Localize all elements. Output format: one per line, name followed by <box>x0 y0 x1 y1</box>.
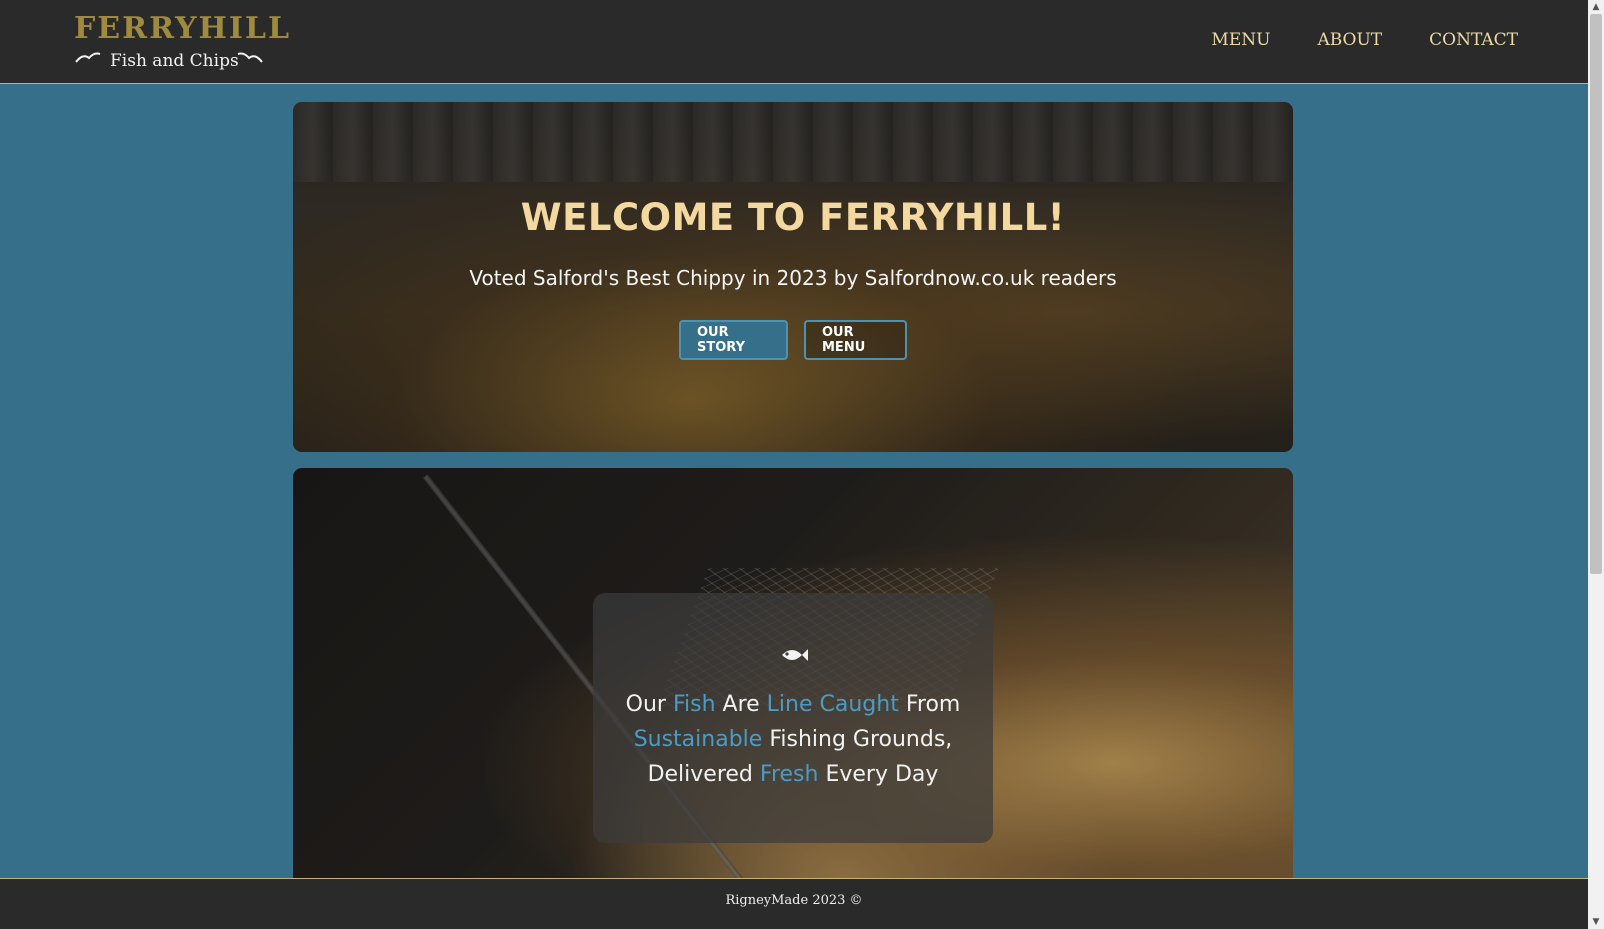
site-header: FERRYHILL Fish and Chips MENU ABOUT CONT… <box>0 0 1588 84</box>
nav-about[interactable]: ABOUT <box>1317 26 1382 54</box>
nav-menu[interactable]: MENU <box>1211 26 1270 54</box>
logo-subtitle: Fish and Chips <box>110 51 239 71</box>
vertical-scrollbar[interactable]: ▲ ▼ <box>1588 0 1604 929</box>
page: FERRYHILL Fish and Chips MENU ABOUT CONT… <box>0 0 1588 929</box>
hero-banner: WELCOME TO FERRYHILL! Voted Salford's Be… <box>293 102 1293 452</box>
feature-section: Our Fish Are Line Caught From Sustainabl… <box>293 468 1293 878</box>
scroll-up-arrow-icon[interactable]: ▲ <box>1588 0 1604 14</box>
our-story-button[interactable]: OUR STORY <box>679 320 788 360</box>
hero-subtitle: Voted Salford's Best Chippy in 2023 by S… <box>469 266 1117 290</box>
footer-copyright: RigneyMade 2023 © <box>725 893 863 908</box>
scroll-down-arrow-icon[interactable]: ▼ <box>1588 915 1604 929</box>
main-nav: MENU ABOUT CONTACT <box>1211 26 1518 54</box>
logo-title: FERRYHILL <box>74 11 292 46</box>
feature-text: Our Fish Are Line Caught From Sustainabl… <box>625 692 961 787</box>
fish-icon <box>782 649 808 661</box>
seagull-icon <box>75 52 101 63</box>
hero-title: WELCOME TO FERRYHILL! <box>520 196 1066 239</box>
seagull-icon <box>237 52 263 63</box>
site-footer: RigneyMade 2023 © <box>0 878 1588 929</box>
scrollbar-thumb[interactable] <box>1590 14 1602 574</box>
hero-buttons: OUR STORY OUR MENU <box>293 320 1293 360</box>
nav-contact[interactable]: CONTACT <box>1429 26 1518 54</box>
logo[interactable]: FERRYHILL Fish and Chips <box>74 10 289 76</box>
feature-card: Our Fish Are Line Caught From Sustainabl… <box>593 593 993 843</box>
our-menu-button[interactable]: OUR MENU <box>804 320 907 360</box>
